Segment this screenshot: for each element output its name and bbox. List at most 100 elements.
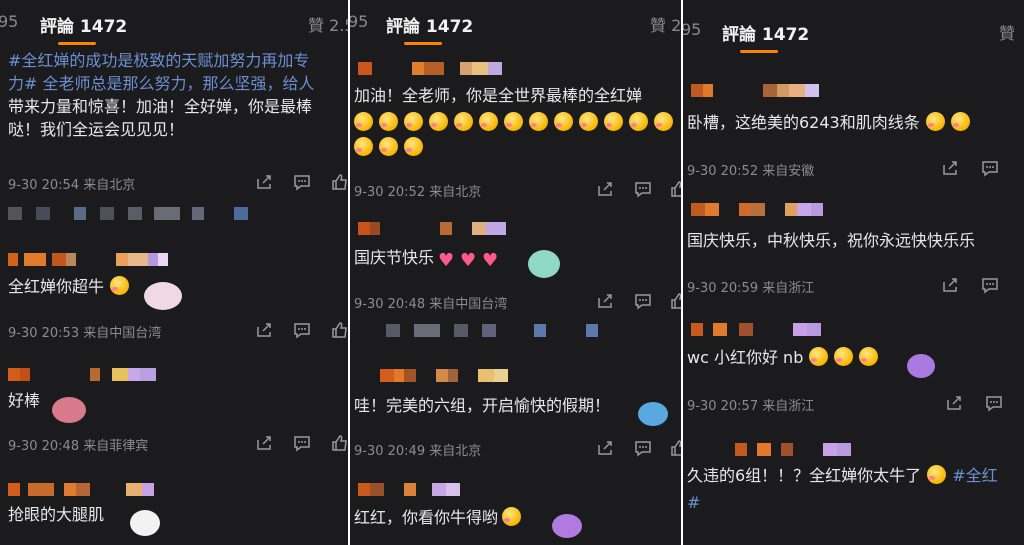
- repost-count: 95: [0, 12, 19, 31]
- comment-icon[interactable]: [293, 434, 311, 452]
- comment-meta: 9-30 20:48 来自菲律宾: [8, 439, 149, 454]
- comment-meta: 9-30 20:53 来自中国台湾: [8, 326, 162, 341]
- emoji-row: [354, 111, 679, 134]
- likes-count[interactable]: 贊 2: [650, 12, 681, 36]
- comment-icon[interactable]: [293, 173, 311, 191]
- like-icon[interactable]: [331, 173, 348, 191]
- share-icon[interactable]: [941, 159, 959, 177]
- hashtag-line[interactable]: 力# 全老师总是那么努力，那么坚强，给人: [8, 74, 315, 93]
- comments-header: 95 評論 1472 贊: [683, 0, 1024, 53]
- blurred-reply-line: [386, 324, 598, 337]
- comment-meta: 9-30 20:57 来自浙江: [687, 399, 815, 414]
- comment-body: 卧槽，这绝美的6243和肌肉线条: [687, 113, 920, 132]
- emoji-kiss-icon: [429, 112, 448, 131]
- blurred-reply-line: [8, 207, 248, 220]
- comment-text: 卧槽，这绝美的6243和肌肉线条: [687, 111, 976, 134]
- emoji-cry-icon: [925, 112, 945, 131]
- emoji-cry-icon: [927, 465, 947, 484]
- comment-actions: [255, 173, 348, 191]
- repost-count: 95: [683, 20, 702, 39]
- comment-panel-2: 95 評論 1472 贊 2 加油！全老师，你是全世界最棒的全红婵 9-30 2…: [350, 0, 681, 545]
- share-icon[interactable]: [255, 434, 273, 452]
- blurred-username: [8, 483, 154, 496]
- comment-icon[interactable]: [985, 394, 1003, 412]
- emoji-kiss-icon: [654, 112, 673, 131]
- comment-actions: [596, 180, 681, 198]
- comment-actions: [596, 292, 681, 310]
- comment-actions: [596, 439, 681, 457]
- emoji-kiss-icon: [454, 112, 473, 131]
- emoji-kiss-icon: [554, 112, 573, 131]
- comment-text: 久违的6组！！？全红婵你太牛了 #全红: [687, 464, 998, 487]
- emoji-row: [354, 136, 429, 159]
- blurred-username: [691, 203, 823, 216]
- comment-text: 国庆快乐，中秋快乐，祝你永远快快乐乐: [687, 231, 976, 250]
- like-icon[interactable]: [670, 439, 681, 457]
- comment-text: wc 小红你好 nb: [687, 346, 884, 369]
- blurred-username: [8, 368, 156, 381]
- blurred-username: [8, 253, 168, 266]
- like-icon[interactable]: [670, 292, 681, 310]
- share-icon[interactable]: [596, 180, 614, 198]
- comment-icon[interactable]: [981, 276, 999, 294]
- blurred-username: [691, 84, 819, 97]
- sticker-hello-kitty-icon: [130, 510, 160, 536]
- sticker-gem-icon: [552, 514, 582, 538]
- emoji-cry-icon: [809, 347, 829, 366]
- tab-comments[interactable]: 評論 1472: [722, 20, 809, 45]
- emoji-kiss-icon: [629, 112, 648, 131]
- blurred-username: [691, 323, 821, 336]
- share-icon[interactable]: [596, 439, 614, 457]
- comment-text: 好棒: [8, 391, 41, 410]
- comment-icon[interactable]: [634, 439, 652, 457]
- comment-text: 抢眼的大腿肌: [8, 505, 105, 524]
- comment-body: 全红婵你超牛: [8, 277, 105, 296]
- share-icon[interactable]: [596, 292, 614, 310]
- comment-icon[interactable]: [981, 159, 999, 177]
- like-icon[interactable]: [331, 434, 348, 452]
- hashtag-link[interactable]: #: [687, 493, 700, 512]
- comment-actions: [941, 276, 1021, 294]
- tab-underline: [404, 42, 442, 45]
- comments-header: 95 評論 1472 贊 2.5: [0, 0, 348, 46]
- share-icon[interactable]: [941, 276, 959, 294]
- comment-text: 哇！完美的六组，开启愉快的假期！: [354, 396, 611, 415]
- tab-underline: [740, 50, 778, 53]
- like-icon[interactable]: [670, 180, 681, 198]
- like-icon[interactable]: [331, 321, 348, 339]
- heart-icon: ♥: [460, 250, 477, 271]
- comment-text: #全红婵的成功是极致的天赋加努力再加专 力# 全老师总是那么努力，那么坚强，给人…: [8, 49, 315, 141]
- emoji-cry-icon: [110, 276, 130, 295]
- comment-actions: [941, 159, 1021, 177]
- emoji-kiss-icon: [404, 112, 423, 131]
- screenshot-collage: 95 評論 1472 贊 2.5 #全红婵的成功是极致的天赋加努力再加专 力# …: [0, 0, 1024, 545]
- heart-icon: ♥: [482, 250, 499, 271]
- emoji-cry-icon: [834, 347, 854, 366]
- share-icon[interactable]: [255, 173, 273, 191]
- share-icon[interactable]: [255, 321, 273, 339]
- hashtag-link[interactable]: #全红: [952, 466, 997, 485]
- emoji-cry-icon: [859, 347, 879, 366]
- comment-meta: 9-30 20:48 来自中国台湾: [354, 297, 508, 312]
- blurred-username: [380, 369, 508, 382]
- comment-line[interactable]: #全红婵的成功是极致的天赋加努力再加专: [8, 49, 315, 72]
- comment-text: 加油！全老师，你是全世界最棒的全红婵: [354, 86, 643, 105]
- comment-body: 国庆节快乐: [354, 248, 435, 267]
- emoji-kiss-icon: [354, 137, 373, 156]
- tab-comments[interactable]: 評論 1472: [40, 12, 127, 37]
- emoji-kiss-icon: [604, 112, 623, 131]
- comment-icon[interactable]: [293, 321, 311, 339]
- tab-comments[interactable]: 評論 1472: [386, 12, 473, 37]
- comment-line: 哒！我们全运会见见见！: [8, 120, 185, 139]
- likes-count[interactable]: 贊 2.5: [308, 12, 348, 36]
- comment-body: 久违的6组！！？全红婵你太牛了: [687, 466, 922, 485]
- share-icon[interactable]: [945, 394, 963, 412]
- sticker-gem-icon: [907, 354, 935, 378]
- sticker-flower-icon: [528, 250, 560, 278]
- emoji-kiss-icon: [354, 112, 373, 131]
- emoji-kiss-icon: [479, 112, 498, 131]
- tab-underline: [58, 42, 96, 45]
- likes-count[interactable]: 贊: [999, 20, 1015, 44]
- comment-icon[interactable]: [634, 180, 652, 198]
- comment-icon[interactable]: [634, 292, 652, 310]
